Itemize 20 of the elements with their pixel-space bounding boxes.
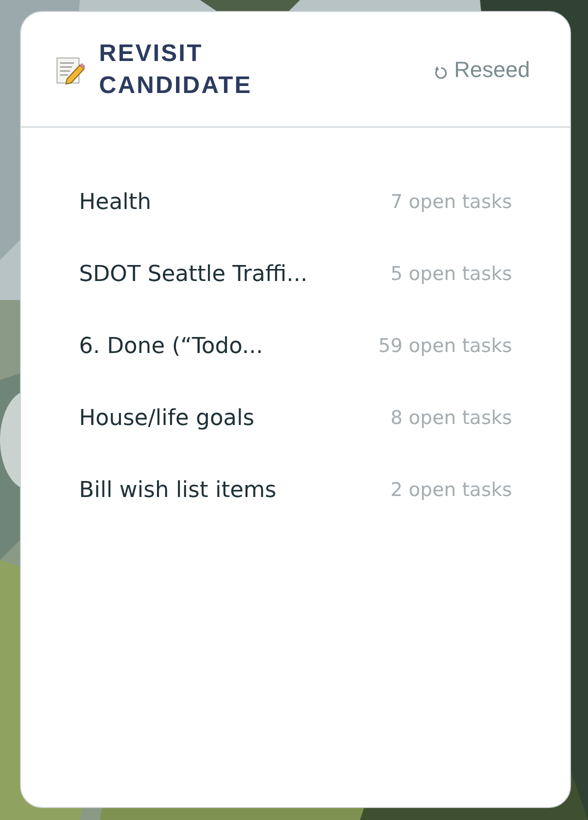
project-name: 6. Done (“Todo... xyxy=(79,334,264,358)
reseed-button[interactable]: Reseed xyxy=(434,57,530,83)
widget-title: REVISIT xyxy=(99,39,204,69)
task-count: 7 open tasks xyxy=(390,191,512,213)
project-name: Bill wish list items xyxy=(79,478,276,502)
task-count: 2 open tasks xyxy=(390,479,512,501)
project-item[interactable]: 6. Done (“Todo... 59 open tasks xyxy=(79,310,512,382)
refresh-icon xyxy=(434,65,448,79)
project-name: House/life goals xyxy=(79,406,254,430)
memo-pencil-icon xyxy=(55,55,85,85)
project-item[interactable]: Health 7 open tasks xyxy=(79,166,512,238)
task-count: 5 open tasks xyxy=(390,263,512,285)
project-item[interactable]: House/life goals 8 open tasks xyxy=(79,382,512,454)
widget-title: CANDIDATE xyxy=(99,71,254,101)
project-item[interactable]: SDOT Seattle Traffi... 5 open tasks xyxy=(79,238,512,310)
task-count: 8 open tasks xyxy=(390,407,512,429)
project-name: Health xyxy=(79,190,152,214)
project-name: SDOT Seattle Traffi... xyxy=(79,262,308,286)
task-count: 59 open tasks xyxy=(378,335,512,357)
project-item[interactable]: Bill wish list items 2 open tasks xyxy=(79,454,512,526)
